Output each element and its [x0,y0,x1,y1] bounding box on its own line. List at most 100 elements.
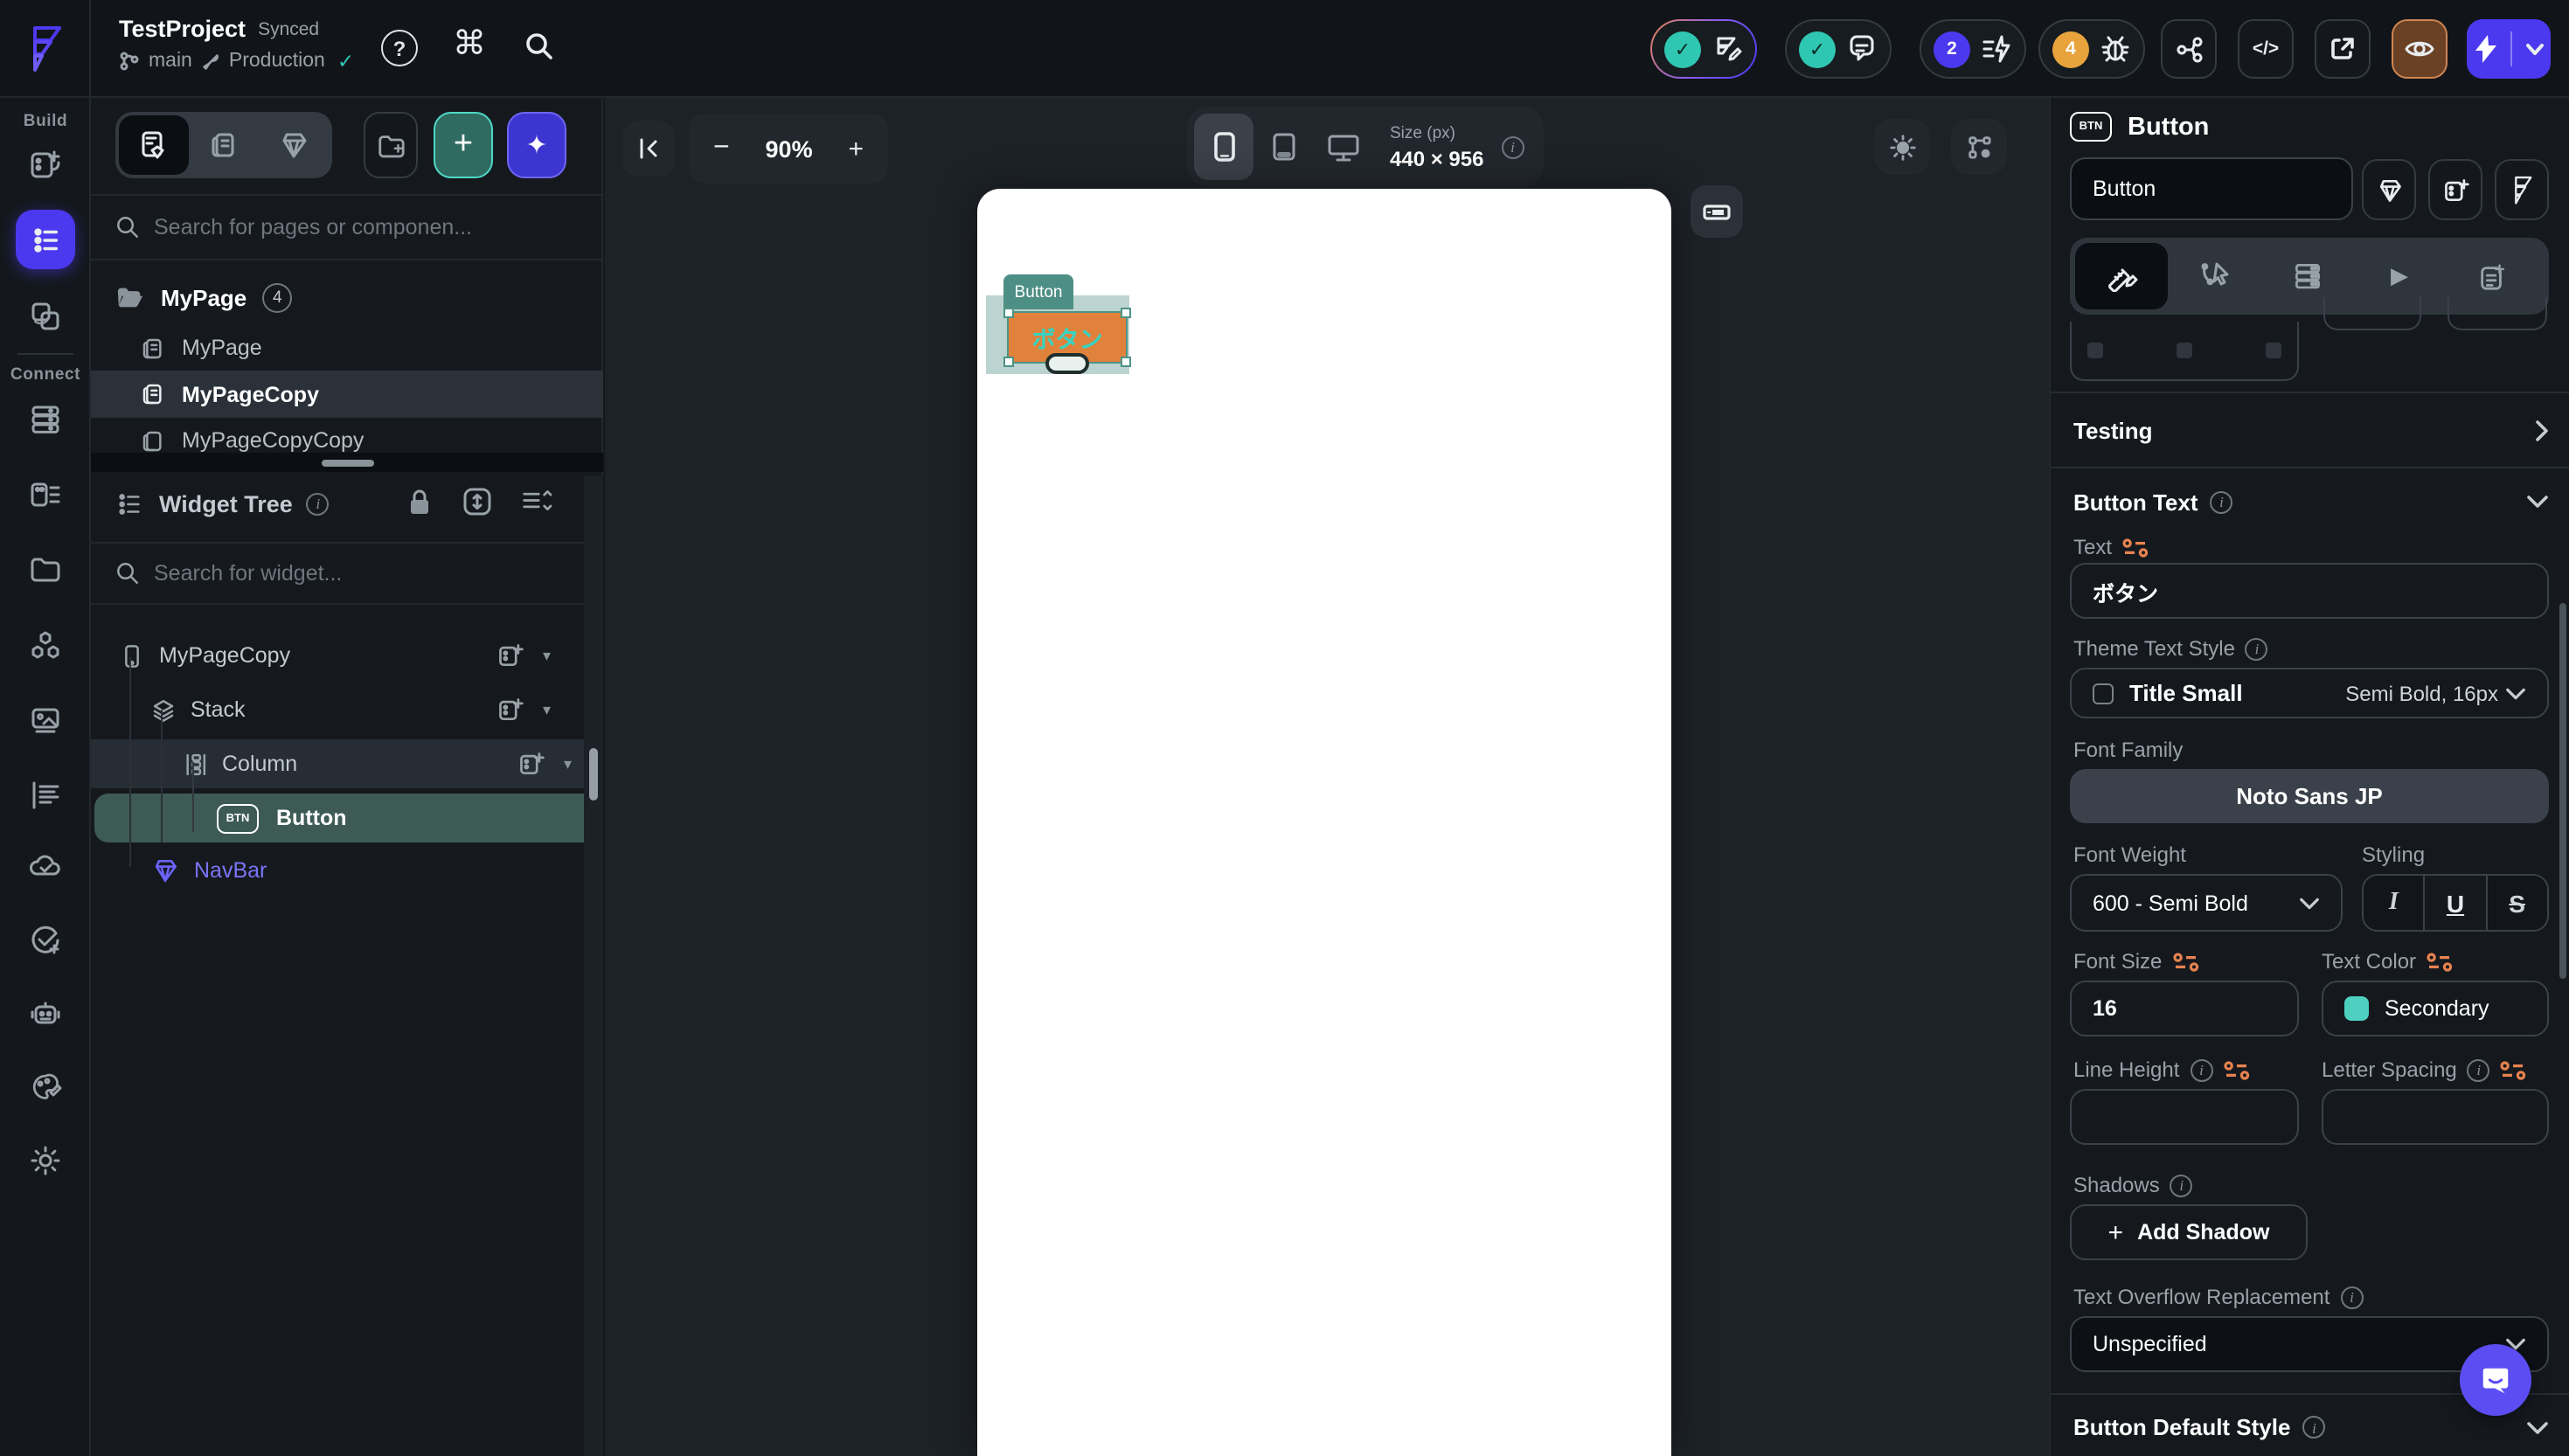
help-button[interactable]: ? [381,30,418,66]
underline-toggle[interactable]: U [2426,876,2488,930]
widget-search-input[interactable]: Search for widget... [91,542,603,605]
tree-node-page[interactable]: MyPageCopy ▾ [91,633,582,678]
environment-name[interactable]: Production [229,51,325,72]
info-icon[interactable]: i [306,492,330,515]
info-icon[interactable]: i [2210,490,2233,513]
collapse-panel-button[interactable] [622,121,675,177]
canvas-settings-button[interactable] [1951,119,2007,175]
letter-spacing-input[interactable] [2322,1089,2549,1145]
view-code-button[interactable]: </> [2238,19,2294,79]
rail-item-media-assets[interactable] [24,549,66,591]
rail-item-database[interactable] [24,399,66,440]
status-bar-toggle-button[interactable] [1691,185,1743,238]
rail-item-app-values[interactable] [24,474,66,516]
issues-pill[interactable]: 4 [2038,19,2145,79]
page-item-mypage[interactable]: MyPage [140,327,262,369]
tree-node-stack[interactable]: Stack ▾ [91,687,582,732]
comments-pill[interactable]: ✓ [1785,19,1892,79]
padding-control[interactable] [2070,322,2299,381]
panel-resize-handle[interactable] [91,453,603,472]
font-weight-dropdown[interactable]: 600 - Semi Bold [2070,874,2343,932]
zoom-out-button[interactable]: − [713,133,730,164]
rail-item-page-selector[interactable] [16,210,75,269]
rail-item-cloud-functions[interactable] [24,846,66,888]
section-testing[interactable]: Testing [2051,393,2569,467]
lint-status-pill[interactable]: ✓ [1650,19,1757,79]
design-canvas[interactable]: − 90% + Size (px) 440 × 956 i Button ボタン [605,98,2049,1456]
convert-to-component-button[interactable] [2362,159,2416,220]
ai-generate-page-button[interactable]: ✦ [507,112,566,178]
rail-item-settings[interactable] [24,1140,66,1182]
add-child-widget-icon[interactable] [518,750,546,778]
rail-item-theme[interactable] [24,1066,66,1108]
strikethrough-toggle[interactable]: S [2487,876,2547,930]
inspector-scrollbar-thumb[interactable] [2559,603,2566,979]
caret-down-icon[interactable]: ▾ [564,754,572,773]
tab-components[interactable] [259,115,329,175]
set-from-variable-icon[interactable] [2223,1060,2249,1079]
text-color-picker[interactable]: Secondary [2322,981,2549,1037]
pages-search-input[interactable]: Search for pages or componen... [91,194,603,260]
tree-node-button-selected[interactable]: BTN Button [94,794,600,842]
resize-handle-nw[interactable] [1003,308,1014,318]
page-folder-row[interactable]: MyPage 4 [115,278,293,318]
info-icon[interactable]: i [2170,1174,2193,1196]
add-child-widget-icon[interactable] [497,696,525,724]
zoom-in-button[interactable]: + [848,134,864,163]
set-from-variable-icon[interactable] [2427,952,2453,971]
info-icon[interactable]: i [2190,1058,2213,1081]
style-checkbox[interactable] [2093,683,2114,704]
app-logo[interactable] [0,0,91,98]
tab-pages-and-components[interactable] [119,115,189,175]
rail-item-components[interactable] [24,295,66,337]
device-tablet-button[interactable] [1253,114,1313,180]
tab-properties[interactable] [2075,243,2168,309]
set-from-variable-icon[interactable] [2122,537,2149,557]
device-desktop-button[interactable] [1313,114,1372,180]
clipped-input[interactable] [2323,297,2421,330]
height-resize-pill[interactable] [1045,353,1089,374]
size-info-icon[interactable]: i [1501,135,1524,158]
info-icon[interactable]: i [2245,637,2268,660]
rail-item-custom-code[interactable] [24,774,66,816]
caret-down-icon[interactable]: ▾ [543,646,551,665]
actions-pill[interactable]: 2 [1920,19,2026,79]
resize-handle-ne[interactable] [1121,308,1131,318]
padding-handle[interactable] [2266,343,2281,358]
support-chat-button[interactable] [2460,1344,2531,1416]
size-value[interactable]: 440 × 956 [1390,146,1483,170]
info-icon[interactable]: i [2302,1416,2326,1439]
set-from-variable-icon[interactable] [2501,1060,2527,1079]
font-size-input[interactable]: 16 [2070,981,2299,1037]
run-button[interactable] [2467,19,2551,79]
global-search-button[interactable] [524,31,554,66]
theme-style-dropdown[interactable]: Title Small Semi Bold, 16px [2070,668,2549,718]
padding-handle[interactable] [2177,343,2192,358]
wrap-widget-button[interactable] [2428,159,2482,220]
rail-item-ai-agent[interactable] [24,993,66,1035]
branch-manager-button[interactable] [2161,19,2217,79]
resize-handle-sw[interactable] [1003,357,1014,367]
open-external-button[interactable] [2315,19,2371,79]
font-family-button[interactable]: Noto Sans JP [2070,769,2549,823]
section-button-text[interactable]: Button Text i [2051,472,2569,531]
page-item-mypagecopy-selected[interactable]: MyPageCopy [91,371,603,418]
tree-sort-button[interactable] [521,486,554,523]
caret-down-icon[interactable]: ▾ [543,700,551,719]
add-child-widget-icon[interactable] [497,641,525,669]
expand-tree-button[interactable] [462,486,493,523]
preview-button[interactable] [2392,19,2447,79]
button-text-input[interactable]: ボタン [2070,563,2549,619]
rail-item-assets[interactable] [24,699,66,741]
light-mode-toggle[interactable] [1874,119,1930,175]
info-icon[interactable]: i [2340,1286,2364,1308]
padding-handle[interactable] [2087,343,2103,358]
line-height-input[interactable] [2070,1089,2299,1145]
add-page-button[interactable]: + [434,112,493,178]
rail-item-widget-palette[interactable] [24,143,66,185]
add-shadow-button[interactable]: + Add Shadow [2070,1204,2308,1260]
clipped-input[interactable] [2447,297,2547,330]
rail-item-tests[interactable] [24,919,66,961]
set-from-variable-icon[interactable] [2172,952,2198,971]
tab-pages[interactable] [189,115,259,175]
